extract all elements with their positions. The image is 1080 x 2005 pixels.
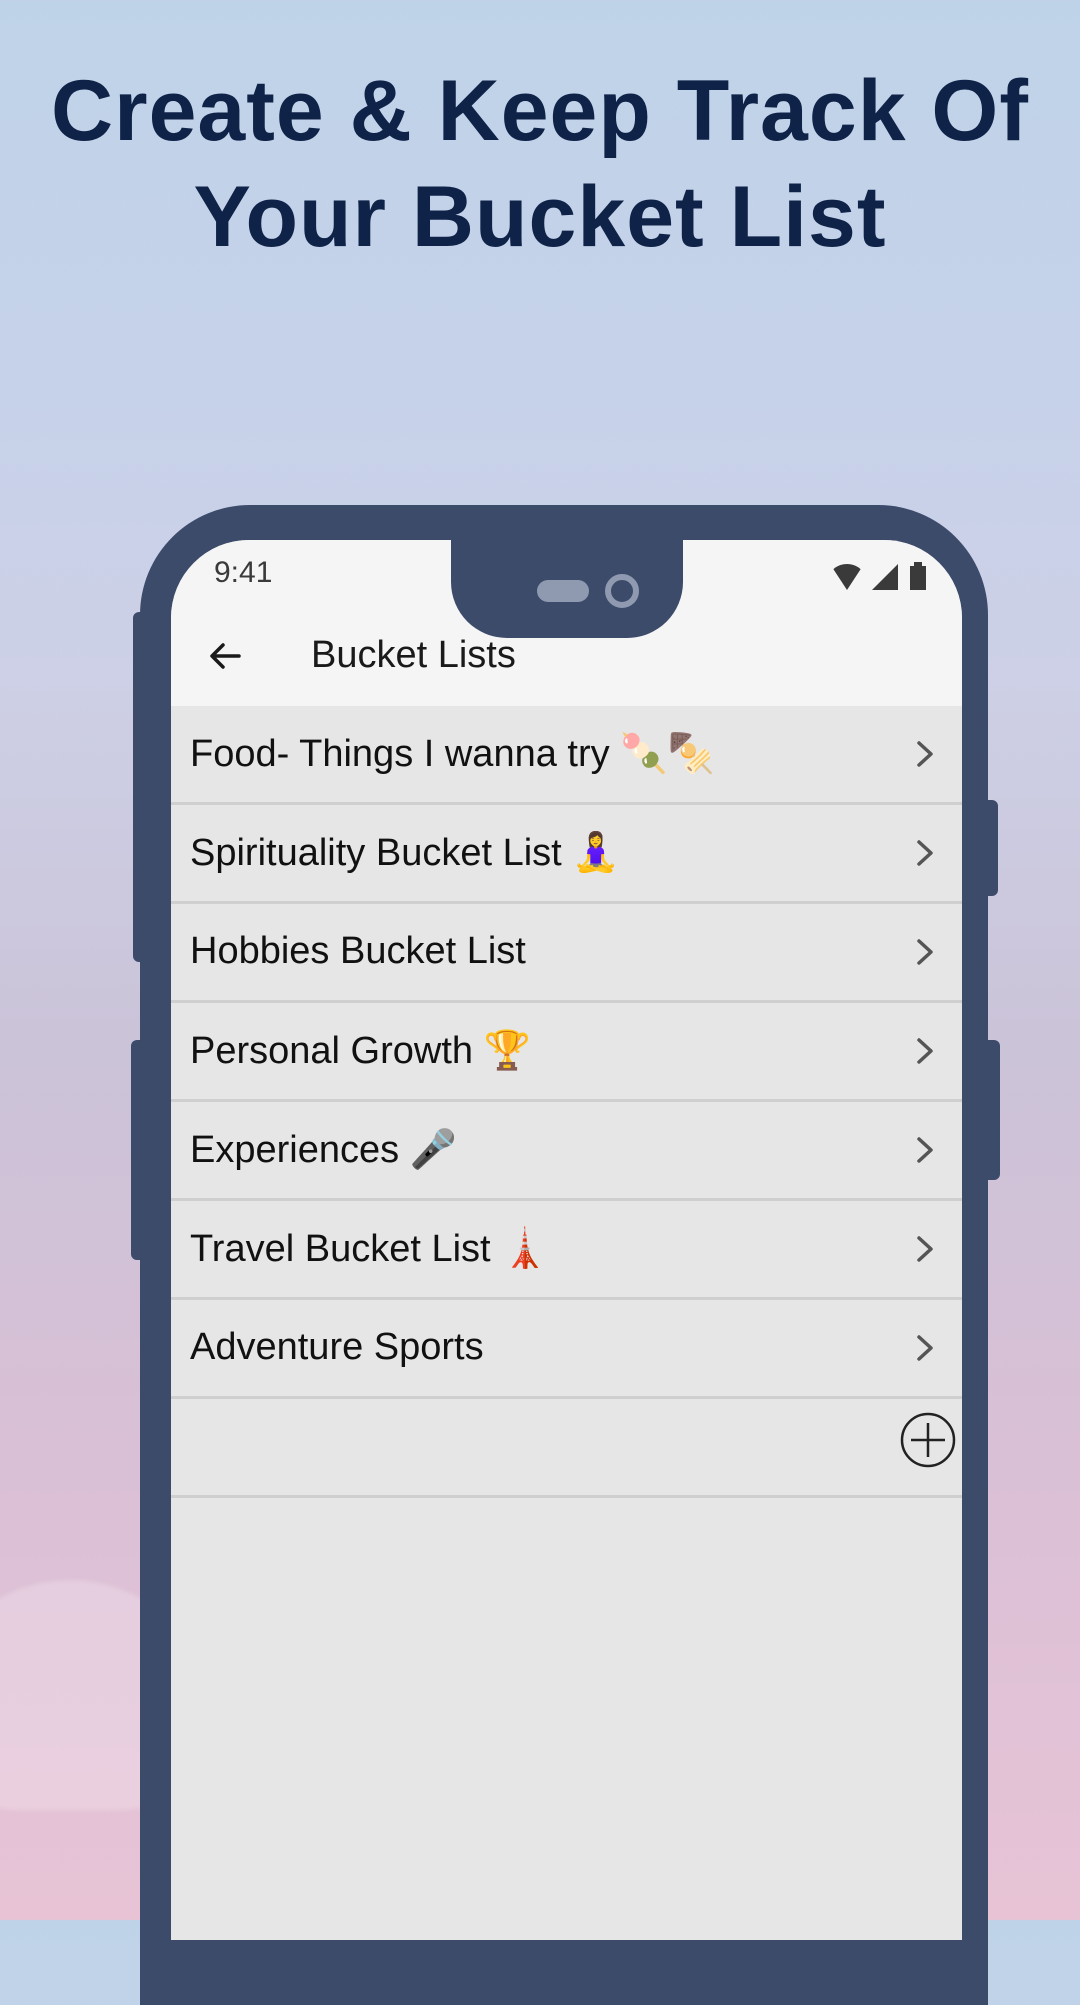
list-item-label: Travel Bucket List 🗼 <box>190 1228 549 1270</box>
list-item[interactable]: Adventure Sports <box>171 1300 962 1399</box>
cellular-signal-icon <box>872 564 898 590</box>
plus-circle-icon <box>900 1412 956 1468</box>
chevron-right-icon <box>917 1038 933 1064</box>
list-item[interactable]: Travel Bucket List 🗼 <box>171 1201 962 1300</box>
phone-side-button <box>978 1040 1000 1180</box>
phone-notch <box>451 540 683 638</box>
list-item[interactable]: Personal Growth 🏆 <box>171 1003 962 1102</box>
list-item[interactable]: Spirituality Bucket List 🧘‍♀️ <box>171 805 962 904</box>
list-item-label: Adventure Sports <box>190 1326 484 1368</box>
app-bar: 9:41 Bucket Lists <box>171 540 962 706</box>
list-item-label: Spirituality Bucket List 🧘‍♀️ <box>190 832 620 874</box>
speaker-grille <box>537 580 589 602</box>
list-item-label: Hobbies Bucket List <box>190 930 526 972</box>
status-time: 9:41 <box>214 556 273 589</box>
list-item[interactable]: Experiences 🎤 <box>171 1102 962 1201</box>
headline-line-2: Your Bucket List <box>193 169 887 265</box>
add-list-row <box>171 1399 962 1498</box>
chevron-right-icon <box>917 1137 933 1163</box>
list-item-label: Food- Things I wanna try 🍡🍢 <box>190 733 715 775</box>
phone-screen: 9:41 Bucket Lists Food- Things I wanna t… <box>171 540 962 1940</box>
bucket-list-list: Food- Things I wanna try 🍡🍢 Spirituality… <box>171 706 962 1498</box>
chevron-right-icon <box>917 939 933 965</box>
phone-power-button <box>978 800 998 896</box>
chevron-right-icon <box>917 840 933 866</box>
headline-line-1: Create & Keep Track Of <box>51 63 1029 159</box>
chevron-right-icon <box>917 741 933 767</box>
phone-volume-button <box>131 1040 153 1260</box>
battery-icon <box>910 562 926 590</box>
status-icons <box>830 560 926 590</box>
phone-side-edge-left <box>133 612 153 962</box>
chevron-right-icon <box>917 1335 933 1361</box>
add-list-button[interactable] <box>899 1411 957 1469</box>
front-camera <box>605 574 639 608</box>
promo-headline: Create & Keep Track Of Your Bucket List <box>0 58 1080 270</box>
list-item-label: Personal Growth 🏆 <box>190 1030 531 1072</box>
chevron-right-icon <box>917 1236 933 1262</box>
list-item[interactable]: Food- Things I wanna try 🍡🍢 <box>171 706 962 805</box>
list-item[interactable]: Hobbies Bucket List <box>171 904 962 1003</box>
list-item-label: Experiences 🎤 <box>190 1129 457 1171</box>
wifi-icon <box>830 564 864 590</box>
back-button[interactable] <box>201 632 249 680</box>
page-title: Bucket Lists <box>311 634 516 676</box>
arrow-left-icon <box>210 643 241 669</box>
